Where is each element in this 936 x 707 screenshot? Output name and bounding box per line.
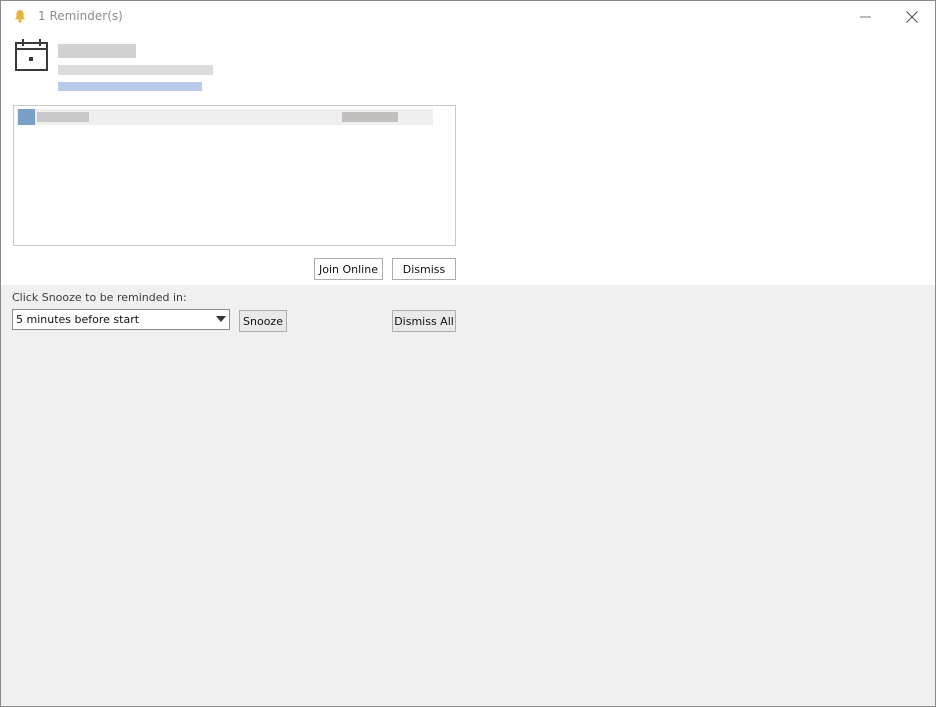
reminder-window: 1 Reminder(s) Join Online Dismiss Click … [0,0,936,707]
dismiss-button[interactable]: Dismiss [392,258,456,280]
bell-icon [15,10,25,23]
minimize-icon [860,16,871,18]
snooze-selected-value: 5 minutes before start [16,313,140,326]
redacted-time [58,65,213,75]
join-online-button[interactable]: Join Online [314,258,383,280]
list-item[interactable] [17,109,433,125]
window-title: 1 Reminder(s) [38,9,123,23]
snooze-panel: Click Snooze to be reminded in: 5 minute… [1,285,935,706]
snooze-button[interactable]: Snooze [239,310,287,332]
snooze-label: Click Snooze to be reminded in: [12,291,187,304]
list-item-icon [18,109,35,125]
snooze-time-dropdown[interactable]: 5 minutes before start [12,309,230,330]
dismiss-all-button[interactable]: Dismiss All [392,310,456,332]
redacted-subject [58,44,136,58]
reminder-details: Join Online Dismiss [1,32,935,285]
calendar-icon [15,39,48,71]
redacted-location-link[interactable] [58,82,202,91]
chevron-down-icon [216,316,226,322]
minimize-button[interactable] [843,1,889,32]
title-bar: 1 Reminder(s) [1,1,935,32]
redacted-item-due [342,112,398,122]
close-icon [906,11,918,23]
redacted-item-subject [37,112,89,122]
reminder-list[interactable] [13,105,456,246]
close-button[interactable] [889,1,935,32]
